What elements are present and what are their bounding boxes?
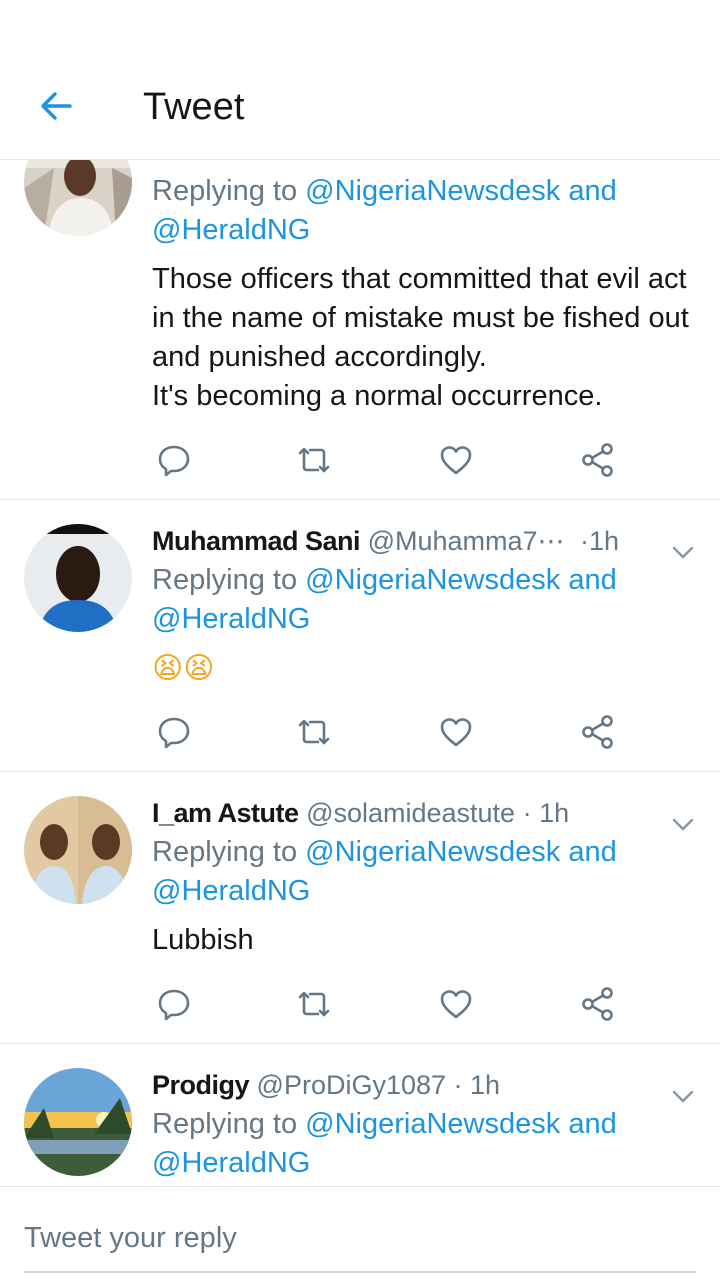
user-handle[interactable]: @ProDiGy1087	[257, 1070, 447, 1100]
reply-icon	[158, 989, 190, 1021]
share-icon	[582, 715, 613, 749]
tweet-actions	[152, 438, 613, 482]
reply-icon	[158, 445, 190, 477]
back-button[interactable]	[30, 80, 82, 132]
tweet-meta: I_am Astute @solamideastute · 1h	[152, 794, 700, 833]
like-icon	[440, 990, 472, 1019]
reply-button[interactable]	[152, 982, 196, 1026]
tweet-menu-button[interactable]	[668, 538, 698, 568]
share-button[interactable]	[576, 710, 620, 754]
replying-to: Replying to @NigeriaNewsdesk and @Herald…	[152, 836, 617, 907]
retweet-icon	[298, 991, 330, 1017]
mention-link[interactable]: @NigeriaNewsdesk	[305, 1108, 560, 1140]
replying-to: Replying to @NigeriaNewsdesk and @Herald…	[152, 1108, 617, 1179]
chevron-down-icon	[672, 546, 694, 559]
mention-link[interactable]: @NigeriaNewsdesk	[305, 836, 560, 868]
tweet-card[interactable]: Prodigy @ProDiGy1087 · 1h Replying to @N…	[0, 1044, 720, 1186]
share-icon	[582, 443, 613, 477]
reply-button[interactable]	[152, 438, 196, 482]
replying-to: Replying to @NigeriaNewsdesk and @Herald…	[152, 175, 617, 246]
chevron-down-icon	[672, 1090, 694, 1103]
retweet-icon	[298, 719, 330, 745]
tweet-actions	[152, 710, 613, 754]
app-header: Tweet	[0, 0, 720, 160]
tweet-text: Lubbish	[152, 924, 254, 956]
chevron-down-icon	[672, 818, 694, 831]
tweet-text: 😫😫	[152, 652, 215, 685]
mention-link[interactable]: @NigeriaNewsdesk	[305, 175, 560, 207]
like-icon	[440, 718, 472, 747]
display-name[interactable]: Prodigy	[152, 1070, 250, 1100]
mention-link[interactable]: @NigeriaNewsdesk	[305, 564, 560, 596]
mention-link[interactable]: @HeraldNG	[152, 875, 310, 907]
retweet-button[interactable]	[292, 710, 336, 754]
user-handle[interactable]: @Muhamma7⋯	[368, 526, 565, 556]
tweet-time: · 1h	[522, 798, 570, 828]
tweet-menu-button[interactable]	[668, 1082, 698, 1112]
share-button[interactable]	[576, 438, 620, 482]
avatar[interactable]	[24, 524, 132, 632]
mention-link[interactable]: @HeraldNG	[152, 214, 310, 246]
like-button[interactable]	[434, 982, 478, 1026]
tweet-text: Those officers that committed that evil …	[152, 263, 689, 412]
tweet-meta: Muhammad Sani @Muhamma7⋯ ·1h	[152, 522, 700, 561]
reply-icon	[158, 717, 190, 749]
tweet-card[interactable]: Muhammad Sani @Muhamma7⋯ ·1h Replying to…	[0, 500, 720, 772]
reply-button[interactable]	[152, 710, 196, 754]
reply-composer	[0, 1186, 720, 1280]
tweet-reply-input[interactable]	[24, 1217, 696, 1273]
replying-to: Replying to @NigeriaNewsdesk and @Herald…	[152, 564, 617, 635]
like-button[interactable]	[434, 438, 478, 482]
avatar[interactable]	[24, 796, 132, 904]
page-title: Tweet	[143, 86, 245, 128]
like-icon	[440, 446, 472, 475]
avatar[interactable]	[24, 1068, 132, 1176]
tweet-menu-button[interactable]	[668, 810, 698, 840]
display-name[interactable]: Muhammad Sani	[152, 526, 361, 556]
mention-link[interactable]: @HeraldNG	[152, 603, 310, 635]
share-button[interactable]	[576, 982, 620, 1026]
tweet-card[interactable]: Replying to @NigeriaNewsdesk and @Herald…	[0, 160, 720, 500]
display-name[interactable]: I_am Astute	[152, 798, 299, 828]
share-icon	[582, 987, 613, 1021]
user-handle[interactable]: @solamideastute	[306, 798, 515, 828]
reply-feed[interactable]: Replying to @NigeriaNewsdesk and @Herald…	[0, 160, 720, 1186]
tweet-card[interactable]: I_am Astute @solamideastute · 1h Replyin…	[0, 772, 720, 1044]
retweet-button[interactable]	[292, 982, 336, 1026]
tweet-time: · 1h	[453, 1070, 501, 1100]
tweet-time: ·1h	[580, 526, 620, 556]
mention-link[interactable]: @HeraldNG	[152, 1147, 310, 1179]
retweet-button[interactable]	[292, 438, 336, 482]
back-arrow-icon	[41, 92, 72, 120]
tweet-meta: Prodigy @ProDiGy1087 · 1h	[152, 1066, 700, 1105]
retweet-icon	[298, 447, 330, 473]
tweet-actions	[152, 982, 613, 1026]
like-button[interactable]	[434, 710, 478, 754]
avatar[interactable]	[24, 160, 132, 236]
